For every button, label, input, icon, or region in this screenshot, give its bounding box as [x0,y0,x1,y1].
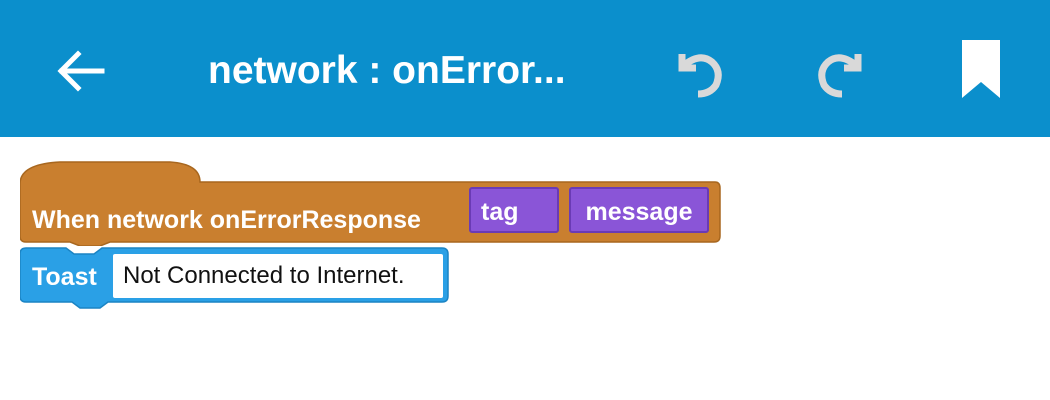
event-block-label: When network onErrorResponse [32,206,421,234]
event-block-on-error-response[interactable]: When network onErrorResponse tag message [20,160,722,246]
toast-block-label: Toast [32,263,97,291]
back-arrow-icon[interactable] [54,44,108,98]
toast-block[interactable]: Toast Not Connected to Internet. [20,246,450,310]
toast-message-input[interactable]: Not Connected to Internet. [113,254,443,298]
redo-icon[interactable] [810,40,872,102]
param-tag[interactable]: tag [469,187,559,233]
undo-icon[interactable] [668,40,730,102]
param-message[interactable]: message [569,187,709,233]
bookmark-icon[interactable] [958,38,1004,100]
page-title: network : onError... [208,49,566,92]
app-bar: network : onError... [0,0,1050,137]
